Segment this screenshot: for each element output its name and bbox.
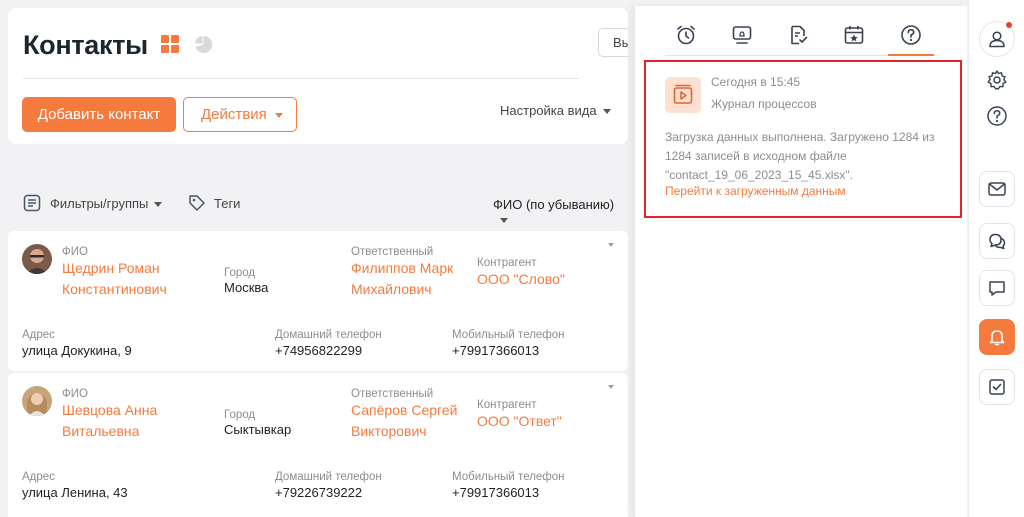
counterparty-label: Контрагент [477, 399, 537, 411]
address-value: улица Докукина, 9 [22, 343, 132, 358]
monitor-bell-icon[interactable] [731, 24, 753, 46]
active-tab-indicator [888, 54, 934, 56]
mobile-phone-label: Мобильный телефон [452, 471, 565, 483]
bell-icon [989, 330, 1005, 346]
view-settings-dropdown[interactable]: Настройка вида [500, 103, 611, 118]
divider [23, 78, 579, 79]
contacts-main: Контакты Добавить контакт Действия Настр… [8, 8, 628, 517]
right-rail [968, 0, 1024, 517]
contact-name-link[interactable]: Шевцова Анна Витальевна [62, 400, 157, 442]
avatar [22, 386, 52, 416]
responsible-label: Ответственный [351, 388, 434, 400]
user-icon [989, 31, 1005, 48]
sort-dropdown[interactable]: ФИО (по убыванию) [493, 197, 628, 227]
counterparty-link[interactable]: ООО "Ответ" [477, 411, 562, 432]
name-line: Константинович [62, 281, 167, 297]
responsible-link[interactable]: Сапёров Сергей Викторович [351, 400, 457, 442]
address-value: улица Ленина, 43 [22, 485, 128, 500]
tag-icon[interactable] [187, 193, 207, 213]
actions-label: Действия [201, 106, 267, 123]
name-line: Михайлович [351, 281, 432, 297]
address-label: Адрес [22, 471, 55, 483]
message-icon [989, 281, 1005, 296]
mail-icon [988, 182, 1006, 196]
help-icon [987, 106, 1007, 126]
add-contact-button[interactable]: Добавить контакт [22, 97, 176, 132]
sort-label: ФИО (по убыванию) [493, 197, 615, 212]
notification-item[interactable]: Сегодня в 15:45 Журнал процессов Загрузк… [644, 60, 962, 218]
notification-title: Журнал процессов [711, 97, 817, 111]
address-label: Адрес [22, 329, 55, 341]
actions-button[interactable]: Действия [183, 97, 297, 132]
filters-groups-dropdown[interactable]: Фильтры/группы [50, 196, 163, 211]
counterparty-label: Контрагент [477, 257, 537, 269]
settings-button[interactable] [985, 68, 1009, 92]
view-button[interactable]: Вы [598, 28, 628, 57]
tasks-button[interactable] [979, 369, 1015, 405]
counterparty-link[interactable]: ООО "Слово" [477, 269, 565, 290]
fio-label: ФИО [62, 388, 88, 400]
header-card: Контакты Добавить контакт Действия Настр… [8, 8, 628, 144]
chats-button[interactable] [979, 223, 1015, 259]
gear-icon [987, 70, 1007, 90]
mobile-phone-label: Мобильный телефон [452, 329, 565, 341]
filters-label: Фильтры/группы [50, 196, 149, 211]
notifications-panel: Сегодня в 15:45 Журнал процессов Загрузк… [634, 6, 967, 517]
contact-card[interactable]: ФИО Шевцова Анна Витальевна Город Сыктыв… [8, 373, 628, 517]
avatar [22, 244, 52, 274]
chevron-down-icon [602, 109, 611, 115]
expand-card-icon[interactable] [608, 385, 614, 389]
city-value: Сыктывкар [224, 422, 292, 437]
fio-label: ФИО [62, 246, 88, 258]
name-line: Щедрин Роман [62, 260, 160, 276]
mobile-phone-value: +79917366013 [452, 343, 540, 358]
chevron-down-icon [500, 218, 508, 224]
home-phone-label: Домашний телефон [275, 329, 382, 341]
chevron-down-icon [274, 112, 283, 118]
responsible-link[interactable]: Филиппов Марк Михайлович [351, 258, 453, 300]
filter-list-icon[interactable] [23, 194, 41, 212]
responsible-label: Ответственный [351, 246, 434, 258]
home-phone-value: +79226739222 [275, 485, 363, 500]
filters-bar: Фильтры/группы Теги ФИО (по убыванию) [8, 192, 628, 228]
name-line: Витальевна [62, 423, 140, 439]
go-to-uploaded-data-link[interactable]: Перейти к загруженным данным [665, 184, 846, 198]
mail-button[interactable] [979, 171, 1015, 207]
home-phone-label: Домашний телефон [275, 471, 382, 483]
chats-icon [989, 233, 1006, 250]
mobile-phone-value: +79917366013 [452, 485, 540, 500]
pie-chart-icon[interactable] [194, 35, 213, 54]
notification-text: Загрузка данных выполнена. Загружено 128… [665, 130, 935, 182]
tags-link[interactable]: Теги [214, 196, 240, 211]
city-label: Город [224, 409, 256, 421]
help-button[interactable] [985, 104, 1009, 128]
contact-name-link[interactable]: Щедрин Роман Константинович [62, 258, 167, 300]
view-settings-label: Настройка вида [500, 103, 597, 118]
grid-view-icon[interactable] [161, 35, 180, 54]
name-line: Сапёров Сергей [351, 402, 458, 418]
calendar-star-icon[interactable] [843, 24, 865, 46]
city-label: Город [224, 267, 256, 279]
home-phone-value: +74956822299 [275, 343, 363, 358]
page-title: Контакты [23, 30, 148, 60]
notification-time: Сегодня в 15:45 [711, 75, 801, 89]
messages-button[interactable] [979, 270, 1015, 306]
contact-card[interactable]: ФИО Щедрин Роман Константинович Город Мо… [8, 231, 628, 371]
alarm-clock-icon[interactable] [675, 24, 697, 46]
name-line: Шевцова Анна [62, 402, 158, 418]
document-check-icon[interactable] [787, 24, 809, 46]
chevron-down-icon [154, 202, 163, 208]
expand-card-icon[interactable] [608, 243, 614, 247]
city-value: Москва [224, 280, 269, 295]
help-circle-icon[interactable] [900, 24, 922, 46]
notification-badge [1006, 22, 1012, 28]
notifications-button[interactable] [979, 319, 1015, 355]
checkbox-icon [989, 379, 1005, 395]
name-line: Викторович [351, 423, 427, 439]
name-line: Филиппов Марк [351, 260, 454, 276]
process-log-icon [665, 77, 701, 113]
